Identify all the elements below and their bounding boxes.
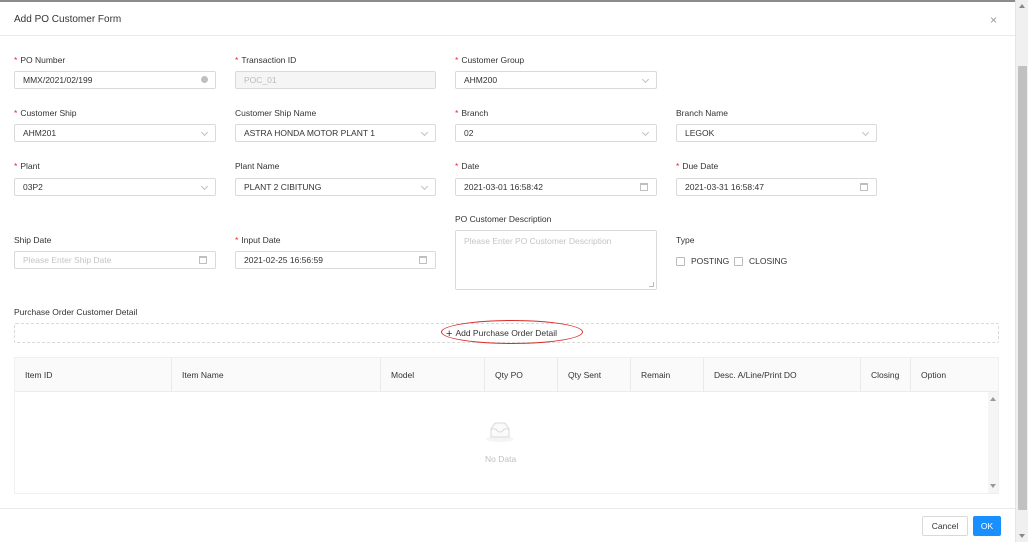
calendar-icon bbox=[419, 256, 427, 264]
date-picker[interactable]: 2021-03-01 16:58:42 bbox=[455, 178, 657, 196]
empty-state-text: No Data bbox=[485, 454, 517, 464]
type-closing-checkbox[interactable]: CLOSING bbox=[734, 256, 787, 266]
clear-icon[interactable] bbox=[201, 76, 208, 83]
input-date-label: * Input Date bbox=[235, 235, 281, 245]
column-header-remain[interactable]: Remain bbox=[631, 358, 704, 392]
branch-label: * Branch bbox=[455, 108, 489, 118]
scroll-up-icon[interactable] bbox=[990, 397, 996, 401]
po-number-input[interactable]: MMX/2021/02/199 bbox=[14, 71, 216, 89]
checkbox-box[interactable] bbox=[734, 256, 743, 266]
page-scrollbar[interactable] bbox=[1015, 0, 1028, 542]
chevron-down-icon bbox=[641, 75, 650, 84]
plant-name-select[interactable]: PLANT 2 CIBITUNG bbox=[235, 178, 436, 196]
plant-label: * Plant bbox=[14, 161, 40, 171]
customer-ship-select[interactable]: AHM201 bbox=[14, 124, 216, 142]
ship-date-label: Ship Date bbox=[14, 235, 52, 245]
ok-button[interactable]: OK bbox=[973, 516, 1001, 536]
date-label: * Date bbox=[455, 161, 480, 171]
chevron-down-icon bbox=[861, 128, 870, 137]
modal-header: Add PO Customer Form × bbox=[0, 2, 1015, 36]
customer-ship-name-select[interactable]: ASTRA HONDA MOTOR PLANT 1 bbox=[235, 124, 436, 142]
resize-handle-icon[interactable] bbox=[649, 282, 654, 287]
column-header-item-name[interactable]: Item Name bbox=[172, 358, 381, 392]
calendar-icon bbox=[640, 183, 648, 191]
plant-select[interactable]: 03P2 bbox=[14, 178, 216, 196]
chevron-down-icon bbox=[200, 128, 209, 137]
scrollbar-thumb[interactable] bbox=[1018, 66, 1027, 510]
branch-name-label: Branch Name bbox=[676, 108, 728, 118]
due-date-picker[interactable]: 2021-03-31 16:58:47 bbox=[676, 178, 877, 196]
branch-name-select[interactable]: LEGOK bbox=[676, 124, 877, 142]
calendar-icon bbox=[199, 256, 207, 264]
customer-ship-label: * Customer Ship bbox=[14, 108, 77, 118]
po-customer-description-input[interactable]: Please Enter PO Customer Description bbox=[455, 230, 657, 290]
type-posting-checkbox[interactable]: POSTING bbox=[676, 256, 729, 266]
type-label: Type bbox=[676, 235, 695, 245]
scroll-down-icon[interactable] bbox=[990, 484, 996, 488]
column-header-desc[interactable]: Desc. A/Line/Print DO bbox=[704, 358, 861, 392]
table-header: Item ID Item Name Model Qty PO Qty Sent … bbox=[15, 358, 998, 392]
modal-title: Add PO Customer Form bbox=[14, 14, 122, 25]
column-header-qty-po[interactable]: Qty PO bbox=[485, 358, 558, 392]
ship-date-picker[interactable]: Please Enter Ship Date bbox=[14, 251, 216, 269]
scroll-up-icon[interactable] bbox=[1019, 4, 1025, 8]
po-number-label: * PO Number bbox=[14, 55, 66, 65]
scroll-down-icon[interactable] bbox=[1019, 534, 1025, 538]
customer-group-label: * Customer Group bbox=[455, 55, 525, 65]
column-header-closing[interactable]: Closing bbox=[861, 358, 911, 392]
column-header-item-id[interactable]: Item ID bbox=[15, 358, 172, 392]
transaction-id-label: * Transaction ID bbox=[235, 55, 297, 65]
column-header-option[interactable]: Option bbox=[911, 358, 998, 392]
modal-footer bbox=[0, 508, 1015, 542]
empty-inbox-icon bbox=[486, 422, 514, 442]
checkbox-box[interactable] bbox=[676, 256, 685, 266]
plant-name-label: Plant Name bbox=[235, 161, 280, 171]
table-scrollbar[interactable] bbox=[988, 392, 998, 493]
chevron-down-icon bbox=[420, 128, 429, 137]
chevron-down-icon bbox=[641, 128, 650, 137]
column-header-qty-sent[interactable]: Qty Sent bbox=[558, 358, 631, 392]
due-date-label: * Due Date bbox=[676, 161, 719, 171]
calendar-icon bbox=[860, 183, 868, 191]
detail-section-label: Purchase Order Customer Detail bbox=[14, 307, 138, 317]
customer-group-select[interactable]: AHM200 bbox=[455, 71, 657, 89]
highlight-ellipse-annotation bbox=[441, 320, 583, 344]
detail-table: Item ID Item Name Model Qty PO Qty Sent … bbox=[14, 357, 999, 494]
input-date-picker[interactable]: 2021-02-25 16:56:59 bbox=[235, 251, 436, 269]
branch-select[interactable]: 02 bbox=[455, 124, 657, 142]
transaction-id-input: POC_01 bbox=[235, 71, 436, 89]
po-customer-description-label: PO Customer Description bbox=[455, 214, 552, 224]
close-icon[interactable]: × bbox=[990, 13, 997, 27]
cancel-button[interactable]: Cancel bbox=[922, 516, 968, 536]
column-header-model[interactable]: Model bbox=[381, 358, 485, 392]
chevron-down-icon bbox=[420, 182, 429, 191]
chevron-down-icon bbox=[200, 182, 209, 191]
customer-ship-name-label: Customer Ship Name bbox=[235, 108, 317, 118]
